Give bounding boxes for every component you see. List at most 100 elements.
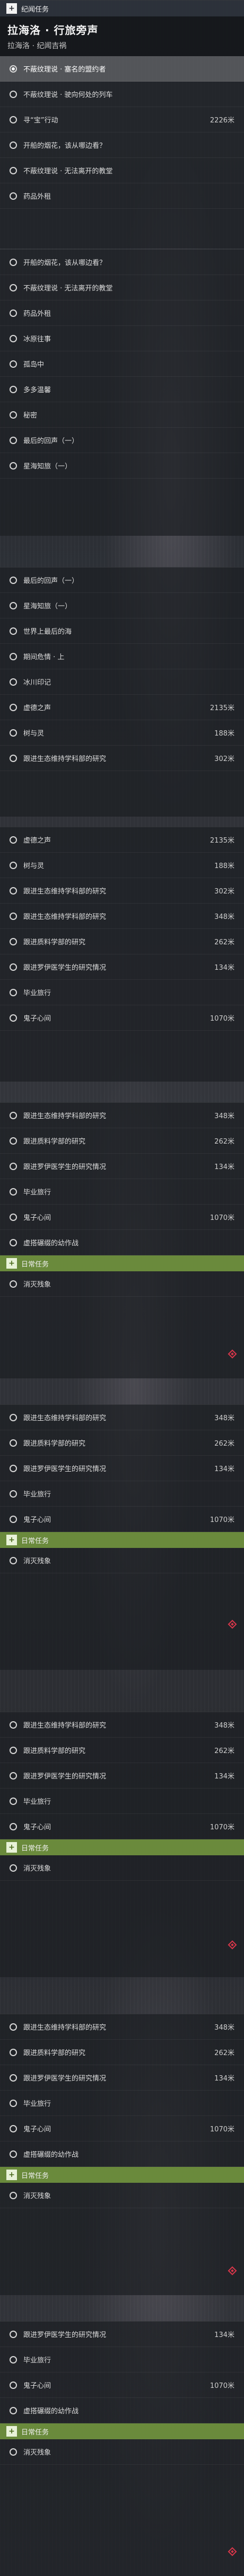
quest-row[interactable]: 跟进生态维持学科部的研究 348米 [0, 1405, 244, 1430]
quest-row[interactable]: 不蔽纹理说 · 无法离开的教堂 [0, 158, 244, 183]
quest-row[interactable]: 虚德之声 2135米 [0, 695, 244, 720]
plus-icon: + [6, 2170, 17, 2180]
quest-panel-9: 跟进罗伊医学生的研究情况 134米毕业旅行鬼子心间 1070米 虚搭碾缀的幼作战 + … [0, 2321, 244, 2576]
quest-row[interactable]: 星海知旅（一） [0, 593, 244, 618]
quest-name: 最后的回声（一） [23, 437, 79, 445]
quest-row[interactable]: 跟进罗伊医学生的研究情况 134米 [0, 954, 244, 980]
quest-row[interactable]: 世界上最后的海 [0, 618, 244, 644]
quest-name: 星海知旅（一） [23, 603, 72, 610]
radio-icon [10, 258, 17, 266]
radio-icon [10, 436, 17, 444]
quest-row[interactable]: 鬼子心间 1070米 [0, 2373, 244, 2398]
daily-quest-name: 消灭残象 [23, 1557, 51, 1565]
radio-icon [10, 462, 17, 470]
quest-row[interactable]: 虚搭碾缀的幼作战 [0, 1230, 244, 1255]
quest-row[interactable]: 秘密 [0, 402, 244, 428]
quest-row[interactable]: 不蔽纹理说 · 无法离开的教堂 [0, 275, 244, 300]
quest-row[interactable]: 跟进质料学部的研究 262米 [0, 1738, 244, 1763]
quest-row[interactable]: 开船的烟花，该从哪边看？ [0, 132, 244, 158]
quest-row[interactable]: 虚搭碾缀的幼作战 [0, 2398, 244, 2423]
radio-icon [10, 627, 17, 635]
quest-row[interactable]: 鬼子心间 1070米 [0, 1507, 244, 1532]
quest-row[interactable]: 跟进质料学部的研究 262米 [0, 929, 244, 954]
quest-row[interactable]: 跟进罗伊医学生的研究情况 134米 [0, 1763, 244, 1789]
tracking-marker-icon [228, 1349, 237, 1359]
quest-row[interactable]: 树与灵 188米 [0, 853, 244, 878]
radio-icon [10, 141, 17, 149]
side-quest-tab[interactable]: + 纪闻任务 [0, 1, 244, 16]
quest-row[interactable]: 跟进质料学部的研究 262米 [0, 1430, 244, 1456]
quest-row[interactable]: 多多温馨 [0, 377, 244, 402]
quest-row[interactable]: 鬼子心间 1070米 [0, 1005, 244, 1031]
quest-row[interactable]: 跟进罗伊医学生的研究情况 134米 [0, 2322, 244, 2347]
quest-row[interactable]: 毕业旅行 [0, 2347, 244, 2373]
daily-quest-tab[interactable]: + 日常任务 [0, 1839, 244, 1855]
quest-row[interactable]: 毕业旅行 [0, 980, 244, 1005]
quest-row[interactable]: 毕业旅行 [0, 1789, 244, 1814]
quest-row[interactable]: 跟进罗伊医学生的研究情况 134米 [0, 1154, 244, 1179]
quest-row[interactable]: 鬼子心间 1070米 [0, 2116, 244, 2141]
daily-quest-tab[interactable]: + 日常任务 [0, 2423, 244, 2439]
side-quest-label: 纪闻任务 [21, 5, 49, 14]
quest-row[interactable]: 最后的回声（一） [0, 568, 244, 593]
quest-row[interactable]: 鬼子心间 1070米 [0, 1205, 244, 1230]
quest-row[interactable]: 跟进罗伊医学生的研究情况 134米 [0, 2065, 244, 2091]
quest-row[interactable]: 毕业旅行 [0, 1481, 244, 1507]
quest-row[interactable]: 期间危情 · 上 [0, 644, 244, 669]
daily-quest-label: 日常任务 [21, 2428, 49, 2437]
quest-row[interactable]: 虚搭碾缀的幼作战 [0, 2141, 244, 2167]
quest-row[interactable]: 跟进生态维持学科部的研究 348米 [0, 1712, 244, 1738]
radio-icon [10, 2191, 17, 2199]
quest-row[interactable]: 孤岛中 [0, 351, 244, 377]
daily-quest-tab[interactable]: + 日常任务 [0, 1532, 244, 1548]
quest-row[interactable]: 虚德之声 2135米 [0, 827, 244, 853]
radio-icon [10, 988, 17, 996]
quest-row[interactable]: 跟进生态维持学科部的研究 348米 [0, 2014, 244, 2040]
quest-row[interactable]: 鬼子心间 1070米 [0, 1814, 244, 1839]
quest-row[interactable]: 跟进生态维持学科部的研究 348米 [0, 904, 244, 929]
radio-icon [10, 836, 17, 844]
quest-row[interactable]: 跟进生态维持学科部的研究 302米 [0, 878, 244, 904]
quest-name: 多多温馨 [23, 386, 51, 394]
daily-quest-item[interactable]: 消灭残象 [0, 2439, 244, 2465]
daily-quest-item[interactable]: 消灭残象 [0, 2183, 244, 2208]
quest-name: 毕业旅行 [23, 2100, 51, 2108]
radio-icon [10, 192, 17, 200]
quest-header: 拉海洛 · 行旅旁声 拉海洛 · 纪闻吉祸 [0, 16, 244, 56]
daily-quest-item[interactable]: 消灭残象 [0, 1548, 244, 1573]
radio-icon [10, 861, 17, 869]
quest-row[interactable]: 冰川印记 [0, 669, 244, 695]
daily-quest-tab[interactable]: + 日常任务 [0, 1255, 244, 1271]
quest-row[interactable]: 跟进生态维持学科部的研究 302米 [0, 746, 244, 771]
quest-name: 虚搭碾缀的幼作战 [23, 2151, 79, 2159]
daily-quest-tab[interactable]: + 日常任务 [0, 2167, 244, 2183]
quest-row[interactable]: 跟进罗伊医学生的研究情况 134米 [0, 1456, 244, 1481]
daily-quest-item[interactable]: 消灭残象 [0, 1855, 244, 1881]
quest-row[interactable]: 不蔽纹理说 · 塞名的盟约者 [0, 56, 244, 82]
quest-row[interactable]: 最后的回声（一） [0, 428, 244, 453]
quest-list: 虚德之声 2135米 树与灵 188米 跟进生态维持学科部的研究 302米 跟进生态维持学科… [0, 827, 244, 1031]
quest-distance: 134米 [214, 1465, 234, 1473]
quest-row[interactable]: 跟进质料学部的研究 262米 [0, 2040, 244, 2065]
quest-row[interactable]: 星海知旅（一） [0, 453, 244, 479]
quest-row[interactable]: 毕业旅行 [0, 2091, 244, 2116]
radio-icon [10, 284, 17, 291]
quest-row[interactable]: 开船的烟花，该从哪边看？ [0, 250, 244, 275]
quest-row[interactable]: 寻“宝”行动 2226米 [0, 107, 244, 132]
quest-row[interactable]: 不蔽纹理说 · 驶向何处的列车 [0, 82, 244, 107]
radio-icon [10, 2381, 17, 2389]
quest-name: 毕业旅行 [23, 1798, 51, 1806]
quest-name: 毕业旅行 [23, 2357, 51, 2365]
quest-row[interactable]: 跟进质料学部的研究 262米 [0, 1128, 244, 1154]
quest-row[interactable]: 药品外租 [0, 183, 244, 209]
quest-row[interactable]: 毕业旅行 [0, 1179, 244, 1205]
quest-row[interactable]: 冰原往事 [0, 326, 244, 351]
quest-row[interactable]: 药品外租 [0, 300, 244, 326]
quest-distance: 188米 [214, 862, 234, 870]
quest-row[interactable]: 树与灵 188米 [0, 720, 244, 746]
radio-icon [10, 166, 17, 174]
quest-name: 跟进罗伊医学生的研究情况 [23, 1465, 107, 1473]
quest-name: 鬼子心间 [23, 2382, 51, 2390]
daily-quest-item[interactable]: 消灭残象 [0, 1271, 244, 1297]
quest-row[interactable]: 跟进生态维持学科部的研究 348米 [0, 1103, 244, 1128]
